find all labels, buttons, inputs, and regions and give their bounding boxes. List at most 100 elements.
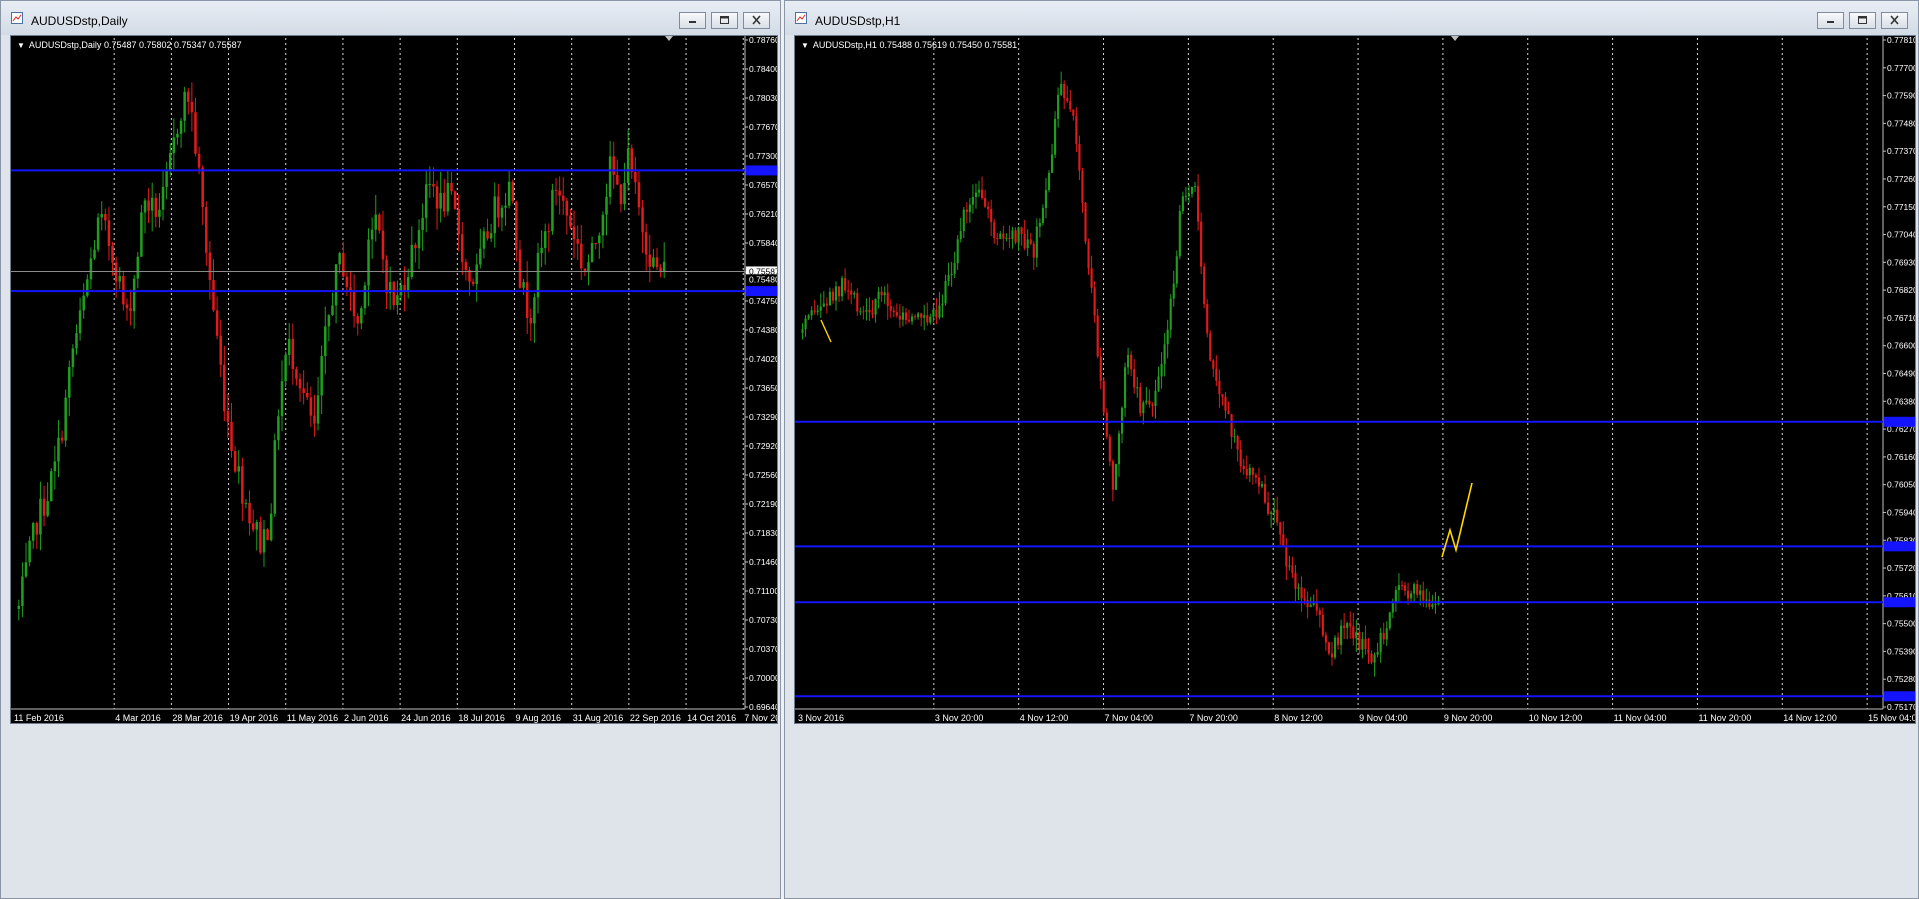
- candle-body: [868, 309, 871, 313]
- candle-body: [608, 156, 612, 197]
- candle-body: [914, 316, 917, 318]
- candle-body: [859, 311, 862, 313]
- minimize-icon: [1827, 21, 1834, 23]
- candle-body: [977, 189, 981, 193]
- candle-body: [1075, 115, 1078, 145]
- candle-body: [298, 378, 302, 389]
- candle-body: [1163, 344, 1166, 364]
- ohlc-values: 0.75488 0.75619 0.75450 0.75581: [879, 40, 1018, 50]
- candle-body: [219, 335, 222, 365]
- candle-body: [1321, 614, 1324, 636]
- candle-body: [1203, 266, 1206, 305]
- candle-body: [327, 315, 331, 327]
- candle-body: [1054, 118, 1057, 155]
- symbol-timeframe: AUDUSDstp,H1: [812, 40, 877, 50]
- candle-body: [880, 291, 883, 296]
- minimize-button[interactable]: [679, 12, 706, 29]
- y-axis-label: 0.74750: [749, 296, 778, 306]
- candle-body: [630, 148, 634, 173]
- close-icon: [1890, 15, 1899, 25]
- candle-body: [255, 522, 259, 530]
- candle-body: [86, 279, 89, 296]
- dropdown-triangle-icon[interactable]: ▼: [17, 41, 25, 50]
- candle-body: [374, 214, 378, 230]
- candle-body: [230, 421, 233, 451]
- y-axis-label: 0.74380: [749, 325, 778, 335]
- candle-body: [68, 367, 71, 398]
- candle-body: [819, 306, 822, 311]
- candle-body: [201, 167, 204, 208]
- candle-body: [1005, 237, 1008, 239]
- candle-body: [1413, 584, 1416, 594]
- candle-body: [886, 292, 889, 306]
- candle-body: [1154, 390, 1157, 407]
- candle-body: [1242, 466, 1245, 470]
- daily-chart-window[interactable]: AUDUSDstp,Daily 11 Feb 2016 4 Mar 2016 28 …: [0, 0, 781, 899]
- h1-chart-area[interactable]: 3 Nov 2016 3 Nov 20:00 4 Nov 12:00 7 Nov 04…: [794, 35, 1916, 724]
- maximize-button[interactable]: [711, 12, 738, 29]
- candle-body: [874, 298, 877, 315]
- h1-chart-window[interactable]: AUDUSDstp,H1 3 Nov 2016 3 Nov 20:00 4 Nov …: [784, 0, 1919, 899]
- candle-body: [464, 262, 468, 271]
- candle-body: [877, 291, 880, 299]
- x-axis-label: 24 Jun 2016: [401, 713, 451, 723]
- candle-body: [78, 310, 82, 334]
- title-bar[interactable]: AUDUSDstp,H1: [785, 1, 1918, 35]
- dropdown-triangle-icon[interactable]: ▼: [801, 41, 809, 50]
- candle-body: [439, 192, 442, 209]
- candle-body: [1224, 396, 1227, 411]
- candle-body: [1002, 233, 1005, 239]
- candle-body: [1023, 233, 1026, 249]
- candle-body: [114, 262, 118, 282]
- candle-body: [1044, 190, 1048, 209]
- candle-body: [1169, 298, 1172, 330]
- candle-body: [1260, 484, 1264, 487]
- candle-body: [104, 213, 107, 221]
- y-axis-label: 0.73650: [749, 383, 778, 393]
- candle-body: [143, 200, 147, 213]
- candle-body: [1306, 600, 1309, 608]
- candle-body: [923, 315, 926, 318]
- candle-body: [1419, 590, 1422, 595]
- candle-body: [655, 257, 659, 268]
- candle-body: [316, 395, 320, 424]
- candle-body: [1382, 632, 1385, 640]
- candle-body: [75, 333, 78, 349]
- candle-body: [822, 303, 825, 307]
- candle-body: [601, 214, 605, 236]
- candle-body: [1136, 387, 1139, 389]
- y-axis-label: 0.77480: [1887, 118, 1916, 128]
- y-axis-label: 0.77810: [1887, 36, 1916, 45]
- x-axis-label: 8 Nov 12:00: [1274, 713, 1323, 723]
- candle-body: [1151, 404, 1154, 407]
- minimize-button[interactable]: [1817, 12, 1844, 29]
- candle-body: [1093, 287, 1096, 316]
- daily-chart-area[interactable]: 11 Feb 2016 4 Mar 2016 28 Mar 2016 19 Apr 2…: [10, 35, 778, 724]
- candle-body: [342, 252, 345, 277]
- close-button[interactable]: [743, 12, 770, 29]
- candle-body: [1072, 109, 1075, 116]
- candle-body: [892, 310, 895, 313]
- candle-body: [910, 316, 914, 322]
- candle-body: [1248, 467, 1251, 476]
- candle-body: [525, 282, 529, 319]
- close-button[interactable]: [1881, 12, 1908, 29]
- candle-body: [1087, 241, 1090, 269]
- candle-body: [853, 293, 856, 295]
- candle-body: [587, 262, 590, 271]
- candle-body: [522, 282, 525, 288]
- candle-body: [21, 576, 24, 607]
- candle-body: [850, 290, 853, 295]
- horizontal-level-tag: [1884, 691, 1915, 702]
- candle-body: [421, 217, 424, 231]
- candle-body: [1142, 402, 1145, 414]
- title-bar[interactable]: AUDUSDstp,Daily: [1, 1, 780, 35]
- candle-body: [1178, 211, 1181, 257]
- candle-body: [194, 112, 197, 154]
- maximize-button[interactable]: [1849, 12, 1876, 29]
- x-axis-label: 11 Nov 04:00: [1614, 713, 1667, 723]
- candle-body: [898, 315, 901, 320]
- y-axis-label: 0.70730: [749, 615, 778, 625]
- candle-body: [100, 213, 103, 218]
- candle-body: [804, 318, 807, 330]
